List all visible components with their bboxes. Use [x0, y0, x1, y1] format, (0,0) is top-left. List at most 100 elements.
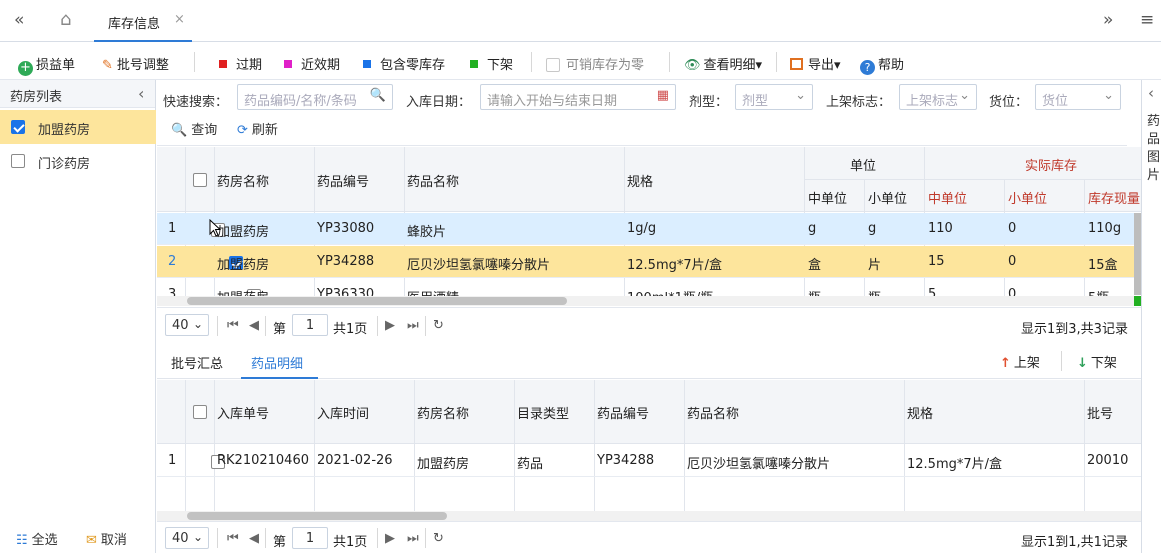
- collapse-icon[interactable]: ‹: [1148, 84, 1154, 102]
- scrollbar-thumb[interactable]: [187, 297, 567, 305]
- refresh-icon[interactable]: ↻: [433, 531, 444, 546]
- toolbar: + 损益单 ✎ 批号调整 过期 近效期 包含零库存 下架 可销库存为零 👁 查看明细▾…: [0, 44, 1161, 80]
- select-all-button[interactable]: ☷ 全选: [16, 529, 58, 548]
- cell-stock-now: 110g: [1088, 221, 1122, 236]
- next-page-icon[interactable]: ▶: [385, 318, 395, 333]
- expired-filter[interactable]: 过期: [219, 54, 262, 73]
- tab-inventory-info[interactable]: 库存信息 ×: [94, 0, 192, 42]
- menu-icon[interactable]: ≡: [1140, 10, 1154, 30]
- query-button[interactable]: 🔍 查询: [171, 119, 217, 138]
- page-size-select[interactable]: 40 ⌄: [165, 527, 209, 549]
- panel-title-char: 图: [1147, 150, 1161, 165]
- col-mid-unit[interactable]: 中单位: [808, 188, 847, 207]
- first-page-icon[interactable]: ⏮: [227, 531, 239, 546]
- page-size-select[interactable]: 40 ⌄: [165, 314, 209, 336]
- shelf-select[interactable]: 上架标志 ⌄: [899, 84, 977, 110]
- collapse-icon[interactable]: ‹: [138, 84, 144, 103]
- col-stock-small[interactable]: 小单位: [1008, 188, 1047, 207]
- cell-code: YP33080: [317, 221, 375, 236]
- col-code[interactable]: 药品编号: [597, 403, 649, 422]
- page-input[interactable]: 1: [292, 314, 328, 336]
- chevron-down-icon: ⌄: [192, 317, 203, 331]
- unshelve-button[interactable]: ↓ 下架: [1077, 352, 1117, 371]
- magenta-square-icon: [284, 60, 292, 68]
- col-code[interactable]: 药品编号: [317, 171, 369, 190]
- tab-drug-detail[interactable]: 药品明细: [241, 342, 318, 379]
- col-name[interactable]: 药品名称: [687, 403, 739, 422]
- batch-adjust-button[interactable]: ✎ 批号调整: [102, 54, 169, 73]
- cell-mid-unit: g: [808, 221, 817, 236]
- col-pharmacy[interactable]: 药房名称: [417, 403, 469, 422]
- loss-profit-button[interactable]: + 损益单: [18, 54, 75, 76]
- chevron-down-icon: ⌄: [795, 88, 806, 103]
- date-range-input[interactable]: 请输入开始与结束日期 ▦: [480, 84, 676, 110]
- expand-right-icon[interactable]: »: [1103, 10, 1113, 30]
- quick-search-label: 快速搜索：: [163, 95, 229, 110]
- col-in-time[interactable]: 入库时间: [317, 403, 369, 422]
- cell-name: 厄贝沙坦氢氯噻嗪分散片: [687, 457, 831, 472]
- col-stock-now[interactable]: 库存现量: [1088, 188, 1140, 207]
- last-page-icon[interactable]: ⏭: [407, 531, 419, 546]
- home-icon[interactable]: ⌂: [60, 9, 71, 30]
- add-circle-icon: +: [18, 61, 33, 76]
- last-page-icon[interactable]: ⏭: [407, 318, 419, 333]
- col-pharmacy[interactable]: 药房名称: [217, 171, 269, 190]
- calendar-icon[interactable]: ▦: [657, 88, 669, 103]
- view-detail-button[interactable]: 👁 查看明细▾: [684, 54, 762, 73]
- col-stock-mid[interactable]: 中单位: [928, 188, 967, 207]
- refresh-button[interactable]: ⟳ 刷新: [237, 119, 278, 138]
- search-bar: 快速搜索： 药品编码/名称/条码 🔍 入库日期： 请输入开始与结束日期 ▦ 剂型： …: [157, 80, 1127, 146]
- vertical-scrollbar-thumb[interactable]: [1134, 213, 1141, 295]
- page-input[interactable]: 1: [292, 527, 328, 549]
- cell-name: 蜂胶片: [407, 225, 447, 240]
- pharmacy-item[interactable]: 加盟药房: [0, 110, 156, 144]
- row-number: 2: [168, 254, 177, 269]
- shelve-button[interactable]: ↑ 上架: [1000, 352, 1040, 371]
- panel-title-char: 品: [1147, 132, 1161, 147]
- search-icon: 🔍: [171, 123, 188, 138]
- select-all-checkbox[interactable]: [193, 172, 207, 187]
- checkbox-icon: [546, 58, 560, 72]
- col-spec[interactable]: 规格: [907, 403, 933, 422]
- scrollbar-thumb[interactable]: [187, 512, 447, 520]
- tab-batch-summary[interactable]: 批号汇总: [171, 353, 223, 372]
- cell-small-unit: 片: [868, 258, 882, 273]
- page-info: 显示1到1,共1记录: [1021, 535, 1128, 550]
- first-page-icon[interactable]: ⏮: [227, 318, 239, 333]
- panel-title-char: 片: [1147, 168, 1161, 183]
- tab-label: 库存信息: [108, 17, 161, 32]
- pharmacy-item[interactable]: 门诊药房: [0, 144, 156, 178]
- search-icon[interactable]: 🔍: [370, 88, 386, 103]
- location-label: 货位：: [989, 95, 1029, 110]
- refresh-icon[interactable]: ↻: [433, 318, 444, 333]
- off-shelf-filter[interactable]: 下架: [470, 54, 513, 73]
- eye-icon: 👁: [684, 58, 701, 73]
- location-select[interactable]: 货位 ⌄: [1035, 84, 1121, 110]
- include-zero-filter[interactable]: 包含零库存: [363, 54, 445, 73]
- col-batch[interactable]: 批号: [1087, 403, 1113, 422]
- prev-page-icon[interactable]: ◀: [249, 531, 259, 546]
- close-icon[interactable]: ×: [174, 12, 185, 27]
- export-button[interactable]: 导出▾: [790, 54, 841, 73]
- checkbox-icon[interactable]: [11, 154, 25, 168]
- next-page-icon[interactable]: ▶: [385, 531, 395, 546]
- select-all-checkbox[interactable]: [193, 404, 207, 419]
- col-in-no[interactable]: 入库单号: [217, 403, 269, 422]
- collapse-left-icon[interactable]: «: [14, 10, 24, 30]
- help-button[interactable]: ? 帮助: [860, 54, 904, 75]
- quick-search-input[interactable]: 药品编码/名称/条码 🔍: [237, 84, 393, 110]
- cell-code: YP34288: [317, 254, 375, 269]
- dosage-select[interactable]: 剂型 ⌄: [735, 84, 813, 110]
- status-marker: [1134, 296, 1141, 306]
- prev-page-icon[interactable]: ◀: [249, 318, 259, 333]
- col-name[interactable]: 药品名称: [407, 171, 459, 190]
- checkbox-icon[interactable]: [11, 120, 25, 134]
- sellable-zero-checkbox[interactable]: 可销库存为零: [546, 54, 644, 73]
- col-spec[interactable]: 规格: [627, 171, 653, 190]
- cancel-button[interactable]: ✉ 取消: [86, 529, 127, 548]
- col-small-unit[interactable]: 小单位: [868, 188, 907, 207]
- col-group-stock: 实际库存: [1025, 159, 1078, 174]
- cell-stock-small: 0: [1008, 221, 1017, 236]
- near-expiry-filter[interactable]: 近效期: [284, 54, 340, 73]
- col-catalog[interactable]: 目录类型: [517, 403, 569, 422]
